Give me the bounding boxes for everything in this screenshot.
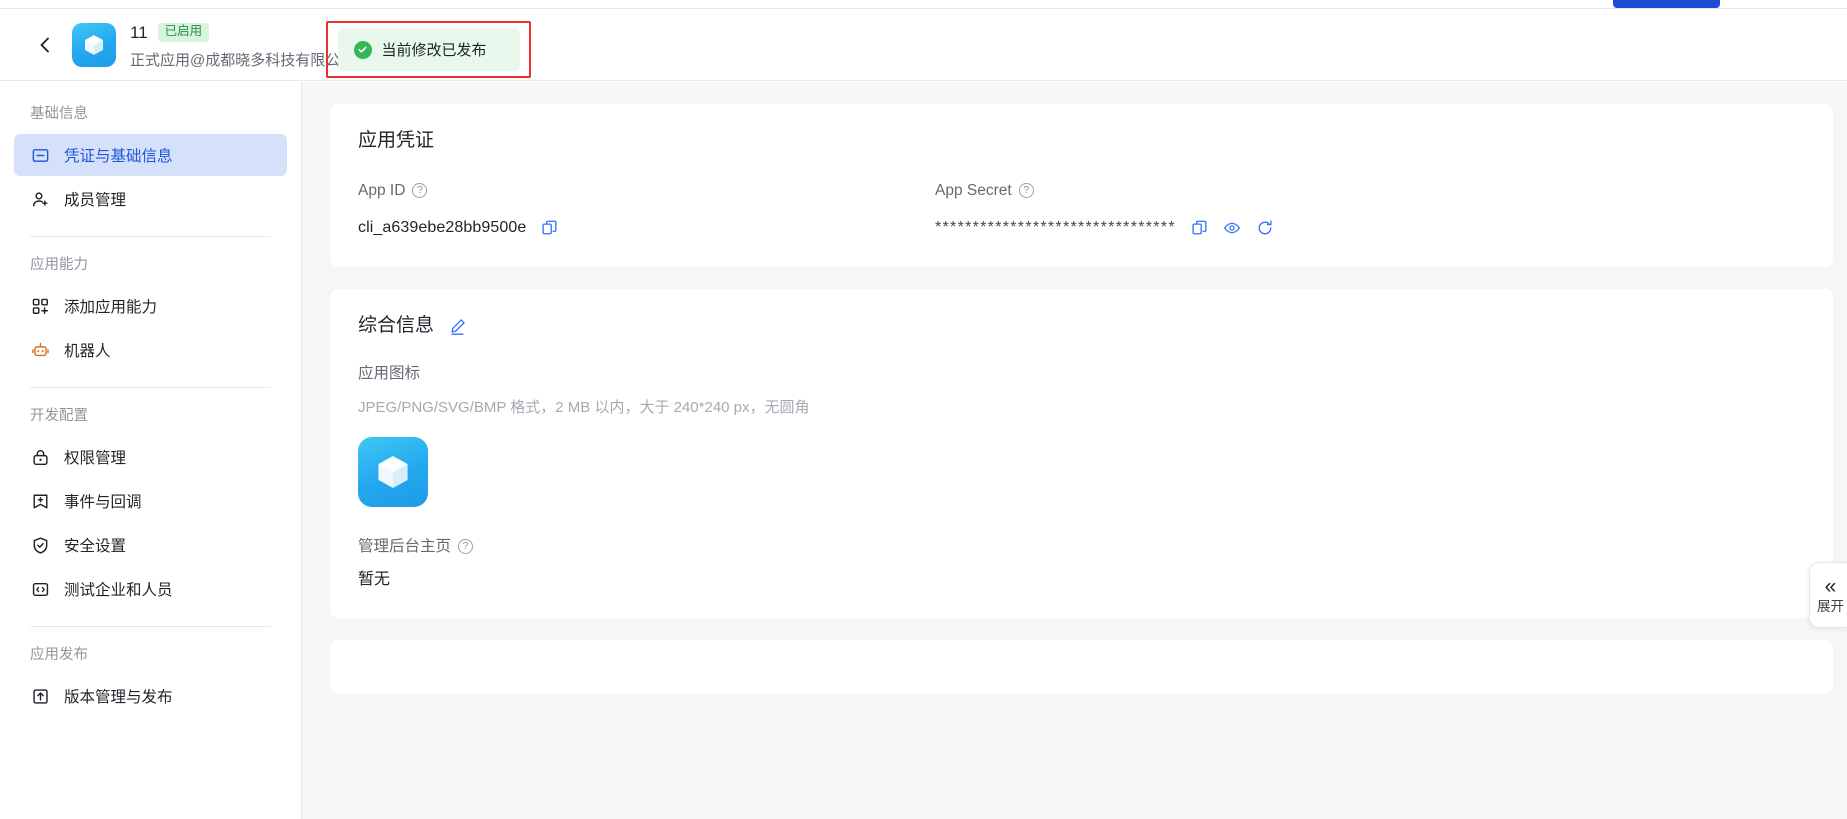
sidebar-group-release: 应用发布 版本管理与发布 [0, 645, 301, 717]
credential-icon [30, 145, 50, 165]
top-bar-strip [0, 0, 1847, 9]
expand-panel-button[interactable]: « 展开 [1809, 562, 1847, 628]
publish-status-pill[interactable]: 当前修改已发布 [337, 28, 520, 71]
top-primary-button-partial[interactable] [1613, 0, 1720, 8]
app-icon [72, 22, 116, 67]
app-id-label: App ID [358, 181, 406, 199]
general-info-card-title: 综合信息 [358, 315, 435, 337]
copy-icon[interactable] [540, 218, 559, 237]
sidebar-item-label: 权限管理 [64, 450, 127, 467]
expand-panel-label: 展开 [1817, 599, 1844, 615]
status-badge: 已启用 [157, 23, 210, 42]
double-chevron-left-icon: « [1824, 575, 1837, 599]
sidebar-item-label: 安全设置 [64, 538, 127, 555]
app-icon-label: 应用图标 [358, 365, 421, 383]
sidebar-item-label: 添加应用能力 [64, 299, 158, 316]
question-mark-icon[interactable]: ? [458, 538, 474, 554]
sidebar-group-title: 应用发布 [30, 647, 88, 663]
sidebar-item-label: 机器人 [64, 343, 111, 360]
app-secret-label: App Secret [935, 181, 1012, 199]
lock-icon [30, 447, 50, 467]
sidebar-group-dev: 开发配置 权限管理 事件与回调 安全设置 测试企业和人员 [0, 406, 301, 610]
publish-status-text: 当前修改已发布 [381, 42, 487, 59]
app-id-value: cli_a639ebe28bb9500e [358, 218, 527, 236]
cube-app-icon [85, 34, 103, 55]
sidebar-divider [30, 236, 271, 237]
code-icon [30, 579, 50, 599]
sidebar-item-test-org[interactable]: 测试企业和人员 [14, 568, 287, 610]
credentials-card-title: 应用凭证 [358, 130, 435, 151]
app-icon-preview[interactable] [358, 436, 428, 507]
sidebar-item-label: 凭证与基础信息 [64, 148, 173, 165]
app-secret-value: ******************************** [935, 218, 1176, 236]
sidebar-item-security[interactable]: 安全设置 [14, 524, 287, 566]
sidebar-item-permissions[interactable]: 权限管理 [14, 436, 287, 478]
eye-icon[interactable] [1223, 218, 1242, 237]
shield-check-icon [30, 535, 50, 555]
app-id-label-row: App ID ? [358, 183, 935, 199]
next-card-partial [330, 640, 1833, 695]
question-mark-icon[interactable]: ? [1018, 183, 1034, 199]
sidebar-item-members[interactable]: 成员管理 [14, 178, 287, 220]
sidebar-divider [30, 626, 271, 627]
sidebar-divider [30, 387, 271, 388]
sidebar-nav: 基础信息 凭证与基础信息 成员管理 应用能力 添加应用能力 机器人 开发配置 权… [0, 82, 302, 819]
credentials-fields: App ID ? cli_a639ebe28bb9500e App Secret… [358, 183, 1799, 238]
app-title-row: 11 已启用 [130, 22, 355, 44]
sidebar-item-events[interactable]: 事件与回调 [14, 480, 287, 522]
chevron-left-icon [35, 35, 55, 55]
pencil-edit-icon[interactable] [448, 317, 467, 336]
sidebar-group-title: 基础信息 [30, 106, 88, 122]
sidebar-item-add-capability[interactable]: 添加应用能力 [14, 285, 287, 327]
app-name: 11 [130, 23, 148, 42]
general-info-card: 综合信息 应用图标 JPEG/PNG/SVG/BMP 格式，2 MB 以内，大于… [330, 289, 1833, 619]
admin-home-label-row: 管理后台主页 ? [358, 539, 1799, 555]
robot-icon [30, 340, 50, 360]
sidebar-item-robot[interactable]: 机器人 [14, 329, 287, 371]
question-mark-icon[interactable]: ? [412, 183, 428, 199]
sidebar-item-label: 事件与回调 [64, 494, 142, 511]
sidebar-group-capability: 应用能力 添加应用能力 机器人 [0, 255, 301, 371]
app-root: 11 已启用 正式应用@成都晓多科技有限公司 当前修改已发布 基础信息 凭证与基… [0, 0, 1847, 819]
event-add-icon [30, 491, 50, 511]
app-secret-label-row: App Secret ? [935, 183, 1799, 199]
app-id-value-row: cli_a639ebe28bb9500e [358, 218, 935, 237]
sidebar-item-label: 版本管理与发布 [64, 689, 173, 706]
sidebar-item-version-release[interactable]: 版本管理与发布 [14, 675, 287, 717]
refresh-icon[interactable] [1256, 218, 1275, 237]
sidebar-item-credentials[interactable]: 凭证与基础信息 [14, 134, 287, 176]
sidebar-group-title: 开发配置 [30, 408, 88, 424]
cube-app-icon [378, 455, 408, 488]
publish-status-annotation: 当前修改已发布 [326, 21, 531, 78]
credentials-card: 应用凭证 App ID ? cli_a639ebe28bb9500e App S… [330, 104, 1833, 268]
copy-icon[interactable] [1190, 218, 1209, 237]
grid-add-icon [30, 296, 50, 316]
main-content: 应用凭证 App ID ? cli_a639ebe28bb9500e App S… [302, 82, 1847, 819]
app-header: 11 已启用 正式应用@成都晓多科技有限公司 当前修改已发布 [0, 9, 1847, 81]
back-button[interactable] [22, 22, 68, 68]
general-info-title-row: 综合信息 [358, 315, 1799, 338]
admin-home-value: 暂无 [358, 571, 391, 589]
app-meta: 11 已启用 正式应用@成都晓多科技有限公司 [130, 22, 355, 68]
sidebar-item-label: 成员管理 [64, 192, 127, 209]
app-secret-value-row: ******************************** [935, 218, 1799, 237]
app-id-field: App ID ? cli_a639ebe28bb9500e [358, 183, 935, 238]
admin-home-label: 管理后台主页 [358, 537, 452, 555]
app-subtitle: 正式应用@成都晓多科技有限公司 [130, 51, 356, 69]
sidebar-item-label: 测试企业和人员 [64, 582, 173, 599]
sidebar-group-title: 应用能力 [30, 257, 88, 273]
app-secret-field: App Secret ? ***************************… [935, 183, 1799, 238]
upload-box-icon [30, 686, 50, 706]
app-icon-hint: JPEG/PNG/SVG/BMP 格式，2 MB 以内，大于 240*240 p… [358, 398, 810, 416]
check-circle-icon [353, 40, 372, 59]
user-add-icon [30, 189, 50, 209]
sidebar-group-basic: 基础信息 凭证与基础信息 成员管理 [0, 104, 301, 220]
